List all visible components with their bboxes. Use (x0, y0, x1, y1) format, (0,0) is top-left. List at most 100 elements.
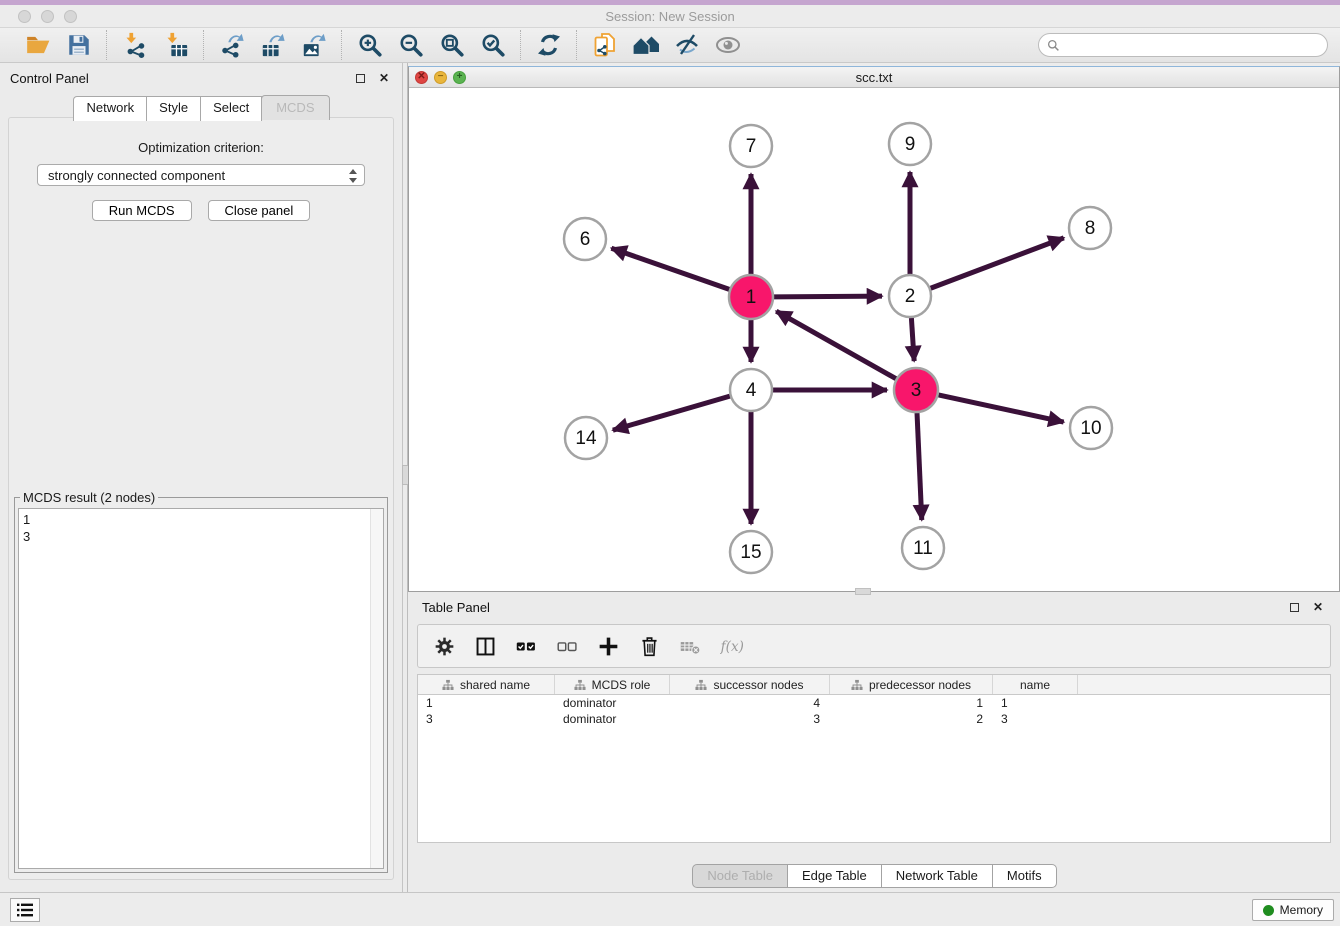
zoom-out-icon[interactable] (397, 32, 424, 59)
export-table-icon[interactable] (259, 32, 286, 59)
mcds-result-text: 1 3 (23, 511, 30, 545)
mcds-result-scrollbar[interactable] (370, 509, 383, 868)
column-header-predecessor-nodes[interactable]: predecessor nodes (830, 675, 993, 694)
float-panel-icon[interactable] (352, 70, 368, 86)
table-row-1[interactable]: 1dominator411 (418, 695, 1330, 711)
cell-name[interactable]: 1 (993, 695, 1078, 711)
main-toolbar (0, 28, 1340, 63)
cell-shared-name[interactable]: 3 (418, 711, 555, 727)
node-label-6: 6 (580, 229, 591, 250)
network-canvas[interactable]: 7968124314101511 (409, 88, 1339, 591)
import-table-icon[interactable] (162, 32, 189, 59)
cell-mcds-role[interactable]: dominator (555, 711, 670, 727)
mcds-result-fieldset: MCDS result (2 nodes) 1 3 (14, 490, 388, 873)
mcds-tab-content: Optimization criterion: strongly connect… (8, 117, 394, 880)
zoom-fit-icon[interactable] (438, 32, 465, 59)
delete-column-icon[interactable] (637, 634, 661, 658)
edge-3-11[interactable] (917, 413, 922, 520)
optimization-criterion-select[interactable]: strongly connected component (37, 164, 365, 186)
cell-predecessor-nodes[interactable]: 1 (830, 695, 993, 711)
cell-successor-nodes[interactable]: 4 (670, 695, 830, 711)
node-label-8: 8 (1085, 218, 1096, 239)
titlebar[interactable]: Session: New Session (0, 5, 1340, 28)
zoom-in-icon[interactable] (356, 32, 383, 59)
tab-style[interactable]: Style (146, 96, 201, 121)
edge-3-1[interactable] (776, 311, 896, 378)
zoom-selected-icon[interactable] (479, 32, 506, 59)
select-all-checkboxes-icon[interactable] (514, 634, 538, 658)
show-all-icon (714, 32, 741, 59)
table-settings-gear-icon[interactable] (432, 634, 456, 658)
column-chooser-icon[interactable] (473, 634, 497, 658)
import-network-icon[interactable] (121, 32, 148, 59)
memory-status-icon (1263, 905, 1274, 916)
tab-network-table[interactable]: Network Table (881, 864, 993, 888)
task-history-button[interactable] (10, 898, 40, 922)
table-row-2[interactable]: 3dominator323 (418, 711, 1330, 727)
table-panel-title: Table Panel (422, 600, 1278, 615)
edge-3-10[interactable] (938, 395, 1063, 422)
tab-select[interactable]: Select (200, 96, 262, 121)
cell-mcds-role[interactable]: dominator (555, 695, 670, 711)
add-column-icon[interactable] (596, 634, 620, 658)
table-close-panel-icon[interactable]: ✕ (1310, 599, 1326, 615)
node-label-14: 14 (575, 428, 597, 449)
memory-button[interactable]: Memory (1252, 899, 1334, 921)
control-panel-tabs: NetworkStyleSelectMCDS (0, 96, 402, 121)
toolbar-group-import (107, 30, 204, 60)
export-network-icon[interactable] (218, 32, 245, 59)
column-header-shared-name[interactable]: shared name (418, 675, 555, 694)
tab-edge-table[interactable]: Edge Table (787, 864, 882, 888)
run-mcds-button[interactable]: Run MCDS (92, 200, 192, 221)
edge-2-8[interactable] (931, 238, 1064, 288)
tab-motifs[interactable]: Motifs (992, 864, 1057, 888)
table-header-row: shared nameMCDS rolesuccessor nodesprede… (418, 675, 1330, 695)
optimization-criterion-label: Optimization criterion: (9, 140, 393, 155)
select-stepper-icon (348, 168, 358, 184)
delete-table-icon (678, 634, 702, 658)
table-body: 1dominator4113dominator323 (418, 695, 1330, 727)
table-panel: Table Panel ✕ (408, 592, 1340, 890)
memory-label: Memory (1280, 903, 1323, 917)
search-input[interactable] (1064, 36, 1327, 54)
refresh-icon[interactable] (535, 32, 562, 59)
column-header-successor-nodes[interactable]: successor nodes (670, 675, 830, 694)
tab-mcds[interactable]: MCDS (261, 95, 329, 120)
network-window-titlebar[interactable]: ✕ − + scc.txt (409, 67, 1339, 88)
edge-1-2[interactable] (774, 296, 882, 297)
toolbar-group-export (204, 30, 342, 60)
table-float-panel-icon[interactable] (1286, 599, 1302, 615)
edge-2-3[interactable] (911, 318, 914, 361)
tab-node-table[interactable]: Node Table (692, 864, 788, 888)
column-header-mcds-role[interactable]: MCDS role (555, 675, 670, 694)
node-label-7: 7 (746, 136, 757, 157)
node-label-2: 2 (905, 286, 916, 307)
tab-network[interactable]: Network (73, 96, 147, 121)
cell-shared-name[interactable]: 1 (418, 695, 555, 711)
cell-predecessor-nodes[interactable]: 2 (830, 711, 993, 727)
close-panel-button[interactable]: Close panel (208, 200, 311, 221)
deselect-all-checkboxes-icon[interactable] (555, 634, 579, 658)
mcds-result-textarea[interactable]: 1 3 (18, 508, 384, 869)
hide-selected-icon[interactable] (673, 32, 700, 59)
table-panel-tabs: Node TableEdge TableNetwork TableMotifs (408, 864, 1340, 888)
svg-text:f(x): f(x) (720, 639, 743, 655)
first-neighbors-icon[interactable] (632, 32, 659, 59)
column-sort-icon (695, 679, 707, 691)
search-box[interactable] (1038, 33, 1328, 57)
node-label-1: 1 (746, 287, 757, 308)
node-label-10: 10 (1080, 418, 1101, 439)
column-header-name[interactable]: name (993, 675, 1078, 694)
edge-1-6[interactable] (611, 248, 729, 289)
open-session-icon[interactable] (24, 32, 51, 59)
node-table[interactable]: shared nameMCDS rolesuccessor nodesprede… (417, 674, 1331, 843)
horizontal-splitter-grip[interactable] (855, 588, 871, 595)
list-icon (16, 902, 34, 918)
edge-4-14[interactable] (613, 396, 730, 430)
close-panel-icon[interactable]: ✕ (376, 70, 392, 86)
cell-name[interactable]: 3 (993, 711, 1078, 727)
save-session-icon[interactable] (65, 32, 92, 59)
export-image-icon[interactable] (300, 32, 327, 59)
cell-successor-nodes[interactable]: 3 (670, 711, 830, 727)
new-network-from-selection-icon[interactable] (591, 32, 618, 59)
